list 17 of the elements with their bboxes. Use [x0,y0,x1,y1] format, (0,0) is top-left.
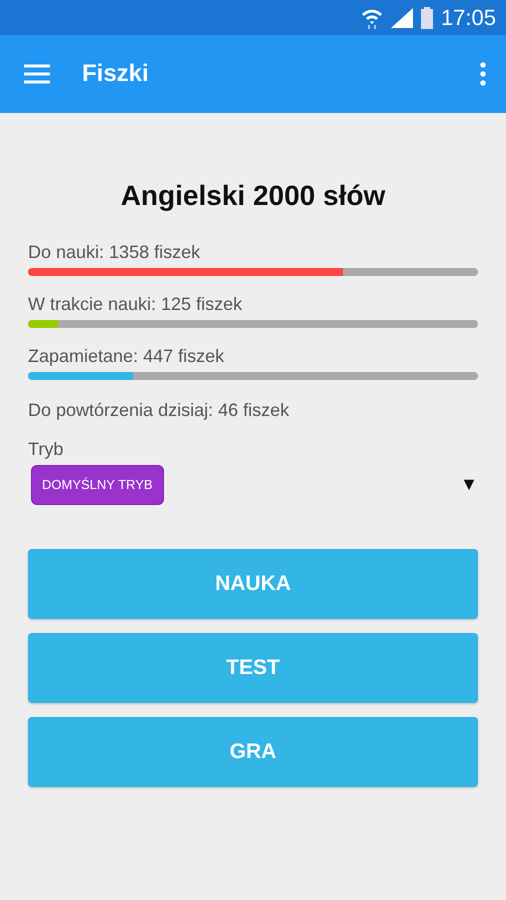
progress-label: Do nauki: 1358 fiszek [28,242,200,262]
mode-label: Tryb [28,439,64,459]
clock-time: 17:05 [440,4,496,32]
progress-label: W trakcie nauki: 125 fiszek [28,294,242,314]
dropdown-arrow[interactable]: ▼ [460,471,478,498]
app-title: Fiszki [82,59,149,89]
battery-icon [420,6,433,28]
action-button[interactable]: NAUKA [28,548,478,618]
action-button[interactable]: TEST [28,632,478,702]
signal-icon [390,8,413,28]
action-button[interactable]: GRA [28,716,478,786]
mode-chip: DOMYŚLNY TRYB [31,465,164,504]
more-options-icon[interactable] [480,62,486,86]
deck-title: Angielski 2000 słów [120,180,386,211]
progress-label: Zapamietane: 447 fiszek [28,346,224,366]
menu-icon[interactable] [24,64,50,84]
due-today-text: Do powtórzenia dzisiaj: 46 fiszek [28,400,290,420]
